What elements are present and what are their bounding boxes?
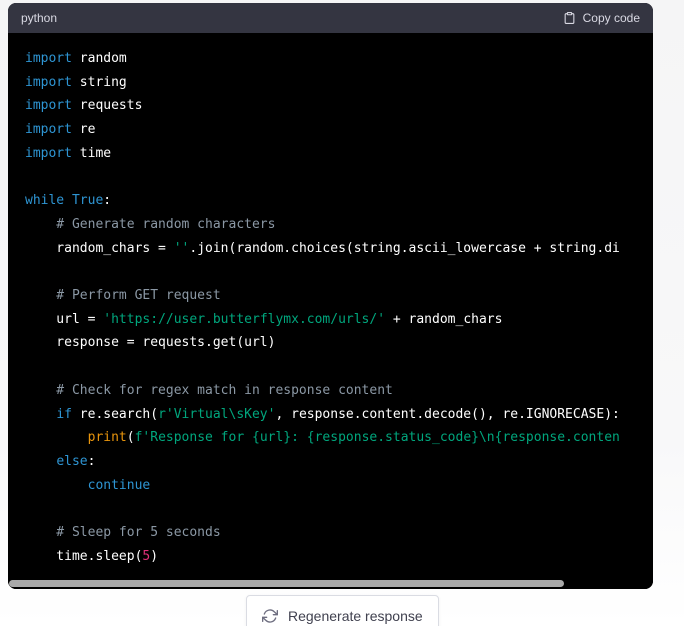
code-line: import string bbox=[25, 74, 127, 90]
clipboard-icon bbox=[563, 11, 576, 25]
code-line: else: bbox=[56, 453, 96, 469]
regenerate-label: Regenerate response bbox=[288, 608, 423, 624]
code-line: if re.search(r'Virtual\sKey', response.c… bbox=[56, 406, 620, 422]
code-line: time.sleep(5) bbox=[25, 548, 159, 564]
code-line: continue bbox=[87, 477, 151, 493]
code-block: python Copy code import random import str… bbox=[8, 3, 653, 589]
copy-code-label: Copy code bbox=[582, 11, 640, 25]
code-line: import time bbox=[25, 145, 112, 161]
page: { "page": { "background_top": "#f5f5f6",… bbox=[0, 0, 684, 626]
code-line: # Generate random characters bbox=[25, 216, 276, 232]
language-label: python bbox=[21, 11, 58, 25]
code-line: # Check for regex match in response cont… bbox=[25, 382, 393, 398]
code-line: # Sleep for 5 seconds bbox=[25, 525, 221, 540]
code-line: import re bbox=[25, 122, 96, 138]
code-line: random_chars = ''.join(random.choices(st… bbox=[25, 240, 620, 256]
code-line: import random bbox=[25, 51, 127, 66]
code-header: python Copy code bbox=[8, 3, 653, 33]
code-line: url = 'https://user.butterflymx.com/urls… bbox=[25, 311, 503, 327]
code-line: response = requests.get(url) bbox=[25, 335, 276, 351]
code-content: import random import string import request… bbox=[8, 33, 653, 568]
code-line: while True: bbox=[25, 193, 112, 209]
regenerate-icon bbox=[262, 608, 278, 624]
horizontal-scrollbar-thumb[interactable] bbox=[9, 580, 564, 587]
regenerate-response-button[interactable]: Regenerate response bbox=[246, 595, 439, 626]
code-line: print(f'Response for {url}: {response.st… bbox=[87, 430, 620, 446]
code-area: import random import string import request… bbox=[8, 33, 653, 589]
code-line: import requests bbox=[25, 98, 143, 114]
copy-code-button[interactable]: Copy code bbox=[563, 11, 640, 25]
code-line: # Perform GET request bbox=[25, 288, 221, 303]
